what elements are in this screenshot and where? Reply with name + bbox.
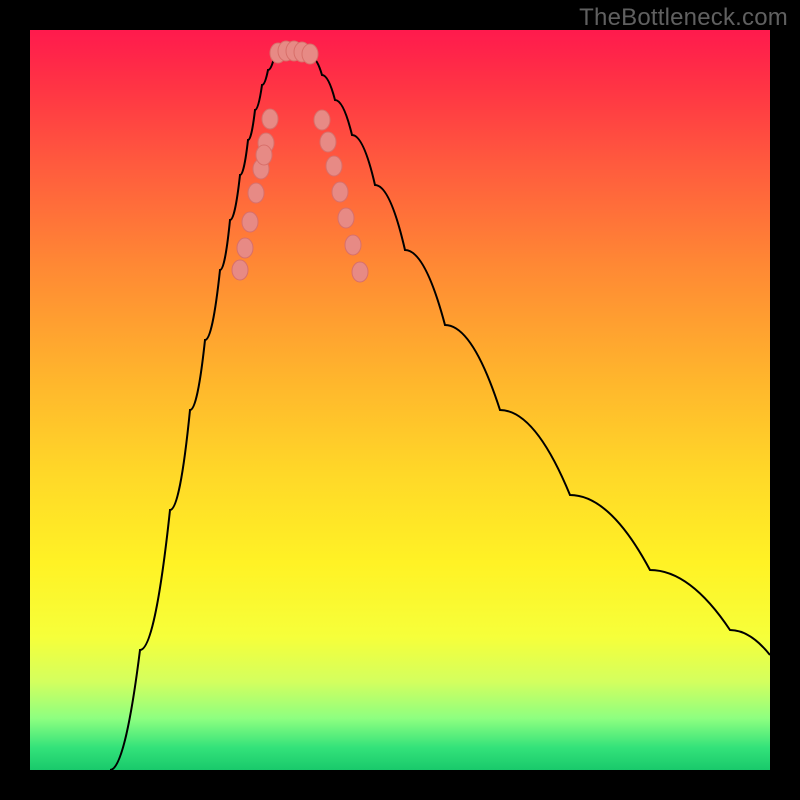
data-marker (338, 208, 354, 228)
data-markers (232, 41, 368, 282)
data-marker (232, 260, 248, 280)
data-marker (320, 132, 336, 152)
data-marker (332, 182, 348, 202)
data-marker (248, 183, 264, 203)
left-curve (110, 58, 274, 770)
data-marker (242, 212, 258, 232)
chart-plot-area (30, 30, 770, 770)
data-marker (237, 238, 253, 258)
data-marker (256, 145, 272, 165)
data-marker (302, 44, 318, 64)
data-marker (314, 110, 330, 130)
chart-svg (30, 30, 770, 770)
data-marker (262, 109, 278, 129)
data-marker (326, 156, 342, 176)
data-marker (345, 235, 361, 255)
right-curve (312, 58, 770, 655)
watermark-text: TheBottleneck.com (579, 4, 788, 32)
data-marker (352, 262, 368, 282)
